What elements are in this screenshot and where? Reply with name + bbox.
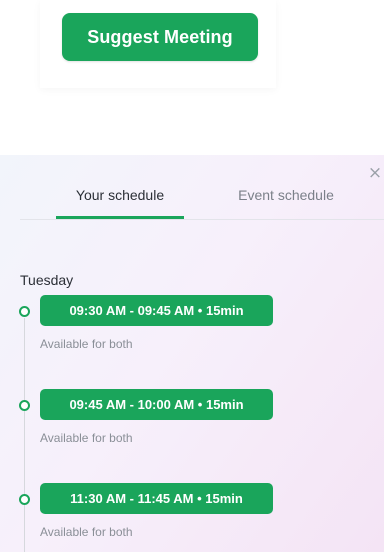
time-slot: 09:30 AM - 09:45 AM • 15min Available fo… xyxy=(0,295,384,355)
suggest-meeting-card: Suggest Meeting xyxy=(40,0,276,88)
timeline-dot-icon xyxy=(19,306,30,317)
time-slot-button[interactable]: 09:30 AM - 09:45 AM • 15min xyxy=(40,295,273,326)
time-slot: 11:30 AM - 11:45 AM • 15min Available fo… xyxy=(0,483,384,543)
active-tab-indicator xyxy=(56,216,184,219)
timeline-dot-icon xyxy=(19,400,30,411)
schedule-panel: × Your schedule Event schedule Tuesday 0… xyxy=(0,155,384,552)
slot-availability: Available for both xyxy=(40,431,133,445)
time-slot: 09:45 AM - 10:00 AM • 15min Available fo… xyxy=(0,389,384,449)
day-heading: Tuesday xyxy=(20,272,74,288)
schedule-tabs: Your schedule Event schedule xyxy=(20,179,384,220)
tab-your-schedule[interactable]: Your schedule xyxy=(56,187,184,203)
suggest-meeting-button[interactable]: Suggest Meeting xyxy=(62,13,258,61)
tab-event-schedule[interactable]: Event schedule xyxy=(216,187,356,203)
slot-availability: Available for both xyxy=(40,525,133,539)
time-slot-button[interactable]: 09:45 AM - 10:00 AM • 15min xyxy=(40,389,273,420)
time-slot-button[interactable]: 11:30 AM - 11:45 AM • 15min xyxy=(40,483,273,514)
slot-availability: Available for both xyxy=(40,337,133,351)
page: Suggest Meeting × Your schedule Event sc… xyxy=(0,0,384,552)
timeline-dot-icon xyxy=(19,494,30,505)
